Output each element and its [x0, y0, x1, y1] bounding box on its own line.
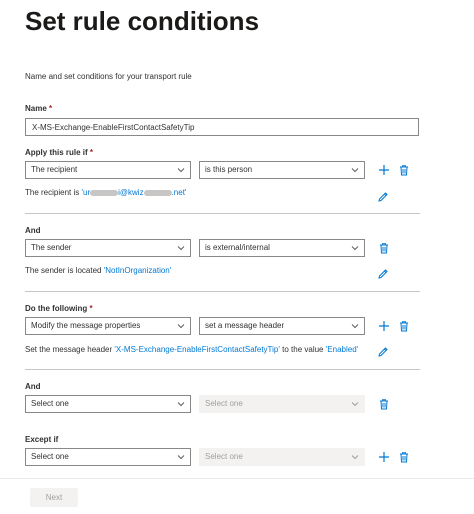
apply-summary: The recipient is 'ur i@kwiz .net'	[25, 188, 187, 197]
except-operator-dropdown-disabled: Select one	[199, 448, 365, 466]
chevron-down-icon	[351, 324, 359, 329]
recipient-link[interactable]: 'ur i@kwiz .net'	[81, 188, 186, 197]
header-value-link[interactable]: 'Enabled'	[326, 345, 358, 354]
dropdown-value: is external/internal	[205, 243, 270, 252]
chevron-down-icon	[177, 168, 185, 173]
dropdown-value: is this person	[205, 165, 253, 174]
redacted-block	[90, 189, 119, 196]
chevron-down-icon	[351, 168, 359, 173]
section-divider	[25, 291, 420, 292]
location-link[interactable]: 'NotInOrganization'	[104, 266, 172, 275]
apply-condition-dropdown[interactable]: The recipient	[25, 161, 191, 179]
delete-icon[interactable]	[398, 320, 410, 332]
delete-icon[interactable]	[398, 164, 410, 176]
redacted-block	[143, 189, 172, 196]
edit-icon[interactable]	[377, 268, 389, 280]
dropdown-value: Select one	[31, 399, 69, 408]
footer-divider	[0, 478, 474, 479]
apply-rule-label: Apply this rule if *	[25, 148, 94, 157]
edit-icon[interactable]	[377, 346, 389, 358]
chevron-down-icon	[351, 402, 359, 407]
add-action-icon[interactable]	[378, 320, 390, 332]
chevron-down-icon	[177, 455, 185, 460]
and-summary: The sender is located 'NotInOrganization…	[25, 266, 172, 275]
next-button[interactable]: Next	[30, 488, 78, 507]
required-mark: *	[49, 104, 53, 113]
chevron-down-icon	[177, 246, 185, 251]
required-mark: *	[89, 148, 94, 157]
dropdown-value: Select one	[205, 452, 243, 461]
delete-icon[interactable]	[378, 398, 390, 410]
dropdown-value: Select one	[31, 452, 69, 461]
and-label: And	[25, 226, 41, 235]
apply-operator-dropdown[interactable]: is this person	[199, 161, 365, 179]
edit-icon[interactable]	[377, 191, 389, 203]
chevron-down-icon	[351, 246, 359, 251]
action-summary: Set the message header 'X-MS-Exchange-En…	[25, 345, 359, 354]
header-name-link[interactable]: 'X-MS-Exchange-EnableFirstContactSafetyT…	[114, 345, 280, 354]
add-condition-icon[interactable]	[378, 164, 390, 176]
action-operator-dropdown[interactable]: set a message header	[199, 317, 365, 335]
chevron-down-icon	[351, 455, 359, 460]
name-input[interactable]	[25, 118, 419, 136]
chevron-down-icon	[177, 324, 185, 329]
dropdown-value: Select one	[205, 399, 243, 408]
dropdown-value: Modify the message properties	[31, 321, 141, 330]
and-condition-dropdown-empty[interactable]: Select one	[25, 395, 191, 413]
except-if-label: Except if	[25, 435, 59, 444]
do-following-label: Do the following *	[25, 304, 93, 313]
dropdown-value: set a message header	[205, 321, 285, 330]
and-condition-dropdown[interactable]: The sender	[25, 239, 191, 257]
required-mark: *	[89, 304, 93, 313]
page-subtitle: Name and set conditions for your transpo…	[25, 72, 192, 81]
dropdown-value: The recipient	[31, 165, 78, 174]
add-exception-icon[interactable]	[378, 451, 390, 463]
delete-icon[interactable]	[398, 451, 410, 463]
dropdown-value: The sender	[31, 243, 72, 252]
and-label: And	[25, 382, 41, 391]
page-title: Set rule conditions	[25, 6, 260, 36]
except-condition-dropdown[interactable]: Select one	[25, 448, 191, 466]
delete-icon[interactable]	[378, 242, 390, 254]
section-divider	[25, 369, 420, 370]
name-label: Name *	[25, 104, 53, 113]
and-operator-dropdown[interactable]: is external/internal	[199, 239, 365, 257]
chevron-down-icon	[177, 402, 185, 407]
section-divider	[25, 213, 420, 214]
and-operator-dropdown-disabled: Select one	[199, 395, 365, 413]
action-dropdown[interactable]: Modify the message properties	[25, 317, 191, 335]
